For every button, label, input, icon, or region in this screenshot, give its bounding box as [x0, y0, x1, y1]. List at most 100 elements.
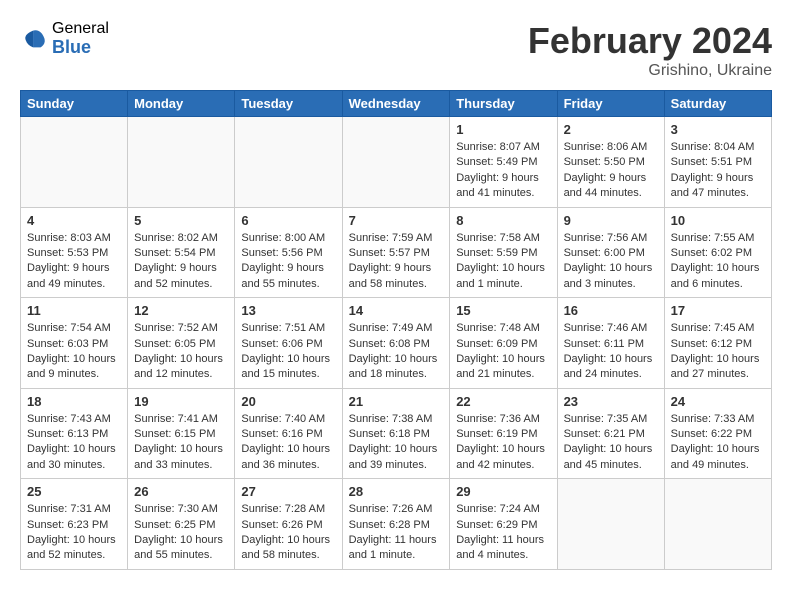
calendar-cell	[235, 117, 342, 208]
week-row-1: 1 Sunrise: 8:07 AMSunset: 5:49 PMDaylight…	[21, 117, 772, 208]
day-info: Sunrise: 8:02 AMSunset: 5:54 PMDaylight:…	[134, 231, 228, 293]
logo-blue: Blue	[52, 38, 109, 58]
calendar-cell: 25 Sunrise: 7:31 AMSunset: 6:23 PMDayligh…	[21, 479, 128, 570]
day-info: Sunrise: 7:36 AMSunset: 6:19 PMDaylight:…	[456, 412, 550, 474]
day-info: Sunrise: 7:41 AMSunset: 6:15 PMDaylight:…	[134, 412, 228, 474]
day-info: Sunrise: 8:06 AMSunset: 5:50 PMDaylight:…	[564, 140, 658, 202]
calendar-cell	[664, 479, 771, 570]
calendar-cell: 10 Sunrise: 7:55 AMSunset: 6:02 PMDayligh…	[664, 207, 771, 298]
calendar-cell: 18 Sunrise: 7:43 AMSunset: 6:13 PMDayligh…	[21, 388, 128, 479]
logo: General Blue	[20, 20, 109, 57]
day-number: 17	[671, 303, 765, 318]
day-number: 25	[27, 484, 121, 499]
day-number: 20	[241, 394, 335, 409]
calendar-cell: 28 Sunrise: 7:26 AMSunset: 6:28 PMDayligh…	[342, 479, 450, 570]
day-info: Sunrise: 8:03 AMSunset: 5:53 PMDaylight:…	[27, 231, 121, 293]
column-header-thursday: Thursday	[450, 91, 557, 117]
day-info: Sunrise: 7:43 AMSunset: 6:13 PMDaylight:…	[27, 412, 121, 474]
calendar-cell: 19 Sunrise: 7:41 AMSunset: 6:15 PMDayligh…	[128, 388, 235, 479]
calendar-cell: 14Sunrise: 7:49 AMSunset: 6:08 PMDayligh…	[342, 298, 450, 389]
day-number: 15	[456, 303, 550, 318]
title-block: February 2024 Grishino, Ukraine	[528, 20, 772, 80]
day-number: 9	[564, 213, 658, 228]
day-number: 18	[27, 394, 121, 409]
location: Grishino, Ukraine	[528, 62, 772, 80]
day-number: 5	[134, 213, 228, 228]
week-row-4: 18 Sunrise: 7:43 AMSunset: 6:13 PMDayligh…	[21, 388, 772, 479]
calendar-cell: 15 Sunrise: 7:48 AMSunset: 6:09 PMDayligh…	[450, 298, 557, 389]
calendar-cell: 17 Sunrise: 7:45 AMSunset: 6:12 PMDayligh…	[664, 298, 771, 389]
day-info: Sunrise: 7:35 AMSunset: 6:21 PMDaylight:…	[564, 412, 658, 474]
month-title: February 2024	[528, 20, 772, 62]
day-info: Sunrise: 7:30 AMSunset: 6:25 PMDaylight:…	[134, 502, 228, 564]
calendar-header-row: SundayMondayTuesdayWednesdayThursdayFrid…	[21, 91, 772, 117]
day-info: Sunrise: 7:52 AMSunset: 6:05 PMDaylight:…	[134, 321, 228, 383]
day-number: 4	[27, 213, 121, 228]
column-header-saturday: Saturday	[664, 91, 771, 117]
calendar-cell: 27Sunrise: 7:28 AMSunset: 6:26 PMDayligh…	[235, 479, 342, 570]
day-number: 26	[134, 484, 228, 499]
day-number: 8	[456, 213, 550, 228]
calendar-cell: 21 Sunrise: 7:38 AMSunset: 6:18 PMDayligh…	[342, 388, 450, 479]
day-info: Sunrise: 7:31 AMSunset: 6:23 PMDaylight:…	[27, 502, 121, 564]
calendar-cell	[557, 479, 664, 570]
day-info: Sunrise: 7:58 AMSunset: 5:59 PMDaylight:…	[456, 231, 550, 293]
calendar-cell: 20Sunrise: 7:40 AMSunset: 6:16 PMDayligh…	[235, 388, 342, 479]
column-header-wednesday: Wednesday	[342, 91, 450, 117]
page-header: General Blue February 2024 Grishino, Ukr…	[20, 20, 772, 80]
day-number: 23	[564, 394, 658, 409]
calendar-cell: 9 Sunrise: 7:56 AMSunset: 6:00 PMDaylight…	[557, 207, 664, 298]
day-info: Sunrise: 7:56 AMSunset: 6:00 PMDaylight:…	[564, 231, 658, 293]
calendar-cell: 13Sunrise: 7:51 AMSunset: 6:06 PMDayligh…	[235, 298, 342, 389]
calendar-cell	[128, 117, 235, 208]
day-info: Sunrise: 7:26 AMSunset: 6:28 PMDaylight:…	[349, 502, 444, 564]
day-number: 24	[671, 394, 765, 409]
day-info: Sunrise: 7:38 AMSunset: 6:18 PMDaylight:…	[349, 412, 444, 474]
day-number: 10	[671, 213, 765, 228]
calendar-cell: 1 Sunrise: 8:07 AMSunset: 5:49 PMDaylight…	[450, 117, 557, 208]
column-header-monday: Monday	[128, 91, 235, 117]
day-info: Sunrise: 7:49 AMSunset: 6:08 PMDaylight:…	[349, 321, 444, 383]
calendar-cell: 6 Sunrise: 8:00 AMSunset: 5:56 PMDaylight…	[235, 207, 342, 298]
calendar-cell: 2 Sunrise: 8:06 AMSunset: 5:50 PMDaylight…	[557, 117, 664, 208]
day-info: Sunrise: 7:48 AMSunset: 6:09 PMDaylight:…	[456, 321, 550, 383]
calendar-table: SundayMondayTuesdayWednesdayThursdayFrid…	[20, 90, 772, 570]
day-info: Sunrise: 7:55 AMSunset: 6:02 PMDaylight:…	[671, 231, 765, 293]
day-number: 3	[671, 122, 765, 137]
logo-general: General	[52, 20, 109, 38]
day-info: Sunrise: 7:45 AMSunset: 6:12 PMDaylight:…	[671, 321, 765, 383]
column-header-tuesday: Tuesday	[235, 91, 342, 117]
day-info: Sunrise: 7:24 AMSunset: 6:29 PMDaylight:…	[456, 502, 550, 564]
day-info: Sunrise: 7:54 AMSunset: 6:03 PMDaylight:…	[27, 321, 121, 383]
week-row-2: 4 Sunrise: 8:03 AMSunset: 5:53 PMDaylight…	[21, 207, 772, 298]
calendar-cell: 23 Sunrise: 7:35 AMSunset: 6:21 PMDayligh…	[557, 388, 664, 479]
day-info: Sunrise: 8:07 AMSunset: 5:49 PMDaylight:…	[456, 140, 550, 202]
calendar-cell: 5 Sunrise: 8:02 AMSunset: 5:54 PMDaylight…	[128, 207, 235, 298]
day-number: 7	[349, 213, 444, 228]
logo-icon	[20, 25, 48, 53]
day-number: 27	[241, 484, 335, 499]
day-number: 2	[564, 122, 658, 137]
day-number: 19	[134, 394, 228, 409]
calendar-cell: 3 Sunrise: 8:04 AMSunset: 5:51 PMDaylight…	[664, 117, 771, 208]
day-number: 12	[134, 303, 228, 318]
day-number: 6	[241, 213, 335, 228]
calendar-cell: 4 Sunrise: 8:03 AMSunset: 5:53 PMDaylight…	[21, 207, 128, 298]
day-number: 21	[349, 394, 444, 409]
day-info: Sunrise: 8:00 AMSunset: 5:56 PMDaylight:…	[241, 231, 335, 293]
calendar-cell: 7Sunrise: 7:59 AMSunset: 5:57 PMDaylight…	[342, 207, 450, 298]
calendar-cell: 16Sunrise: 7:46 AMSunset: 6:11 PMDayligh…	[557, 298, 664, 389]
calendar-cell: 29Sunrise: 7:24 AMSunset: 6:29 PMDayligh…	[450, 479, 557, 570]
calendar-cell: 24Sunrise: 7:33 AMSunset: 6:22 PMDayligh…	[664, 388, 771, 479]
day-number: 16	[564, 303, 658, 318]
day-number: 13	[241, 303, 335, 318]
week-row-3: 11Sunrise: 7:54 AMSunset: 6:03 PMDayligh…	[21, 298, 772, 389]
column-header-friday: Friday	[557, 91, 664, 117]
day-number: 1	[456, 122, 550, 137]
day-number: 28	[349, 484, 444, 499]
calendar-cell: 12 Sunrise: 7:52 AMSunset: 6:05 PMDayligh…	[128, 298, 235, 389]
day-number: 22	[456, 394, 550, 409]
calendar-cell: 22 Sunrise: 7:36 AMSunset: 6:19 PMDayligh…	[450, 388, 557, 479]
calendar-cell: 26 Sunrise: 7:30 AMSunset: 6:25 PMDayligh…	[128, 479, 235, 570]
day-info: Sunrise: 8:04 AMSunset: 5:51 PMDaylight:…	[671, 140, 765, 202]
